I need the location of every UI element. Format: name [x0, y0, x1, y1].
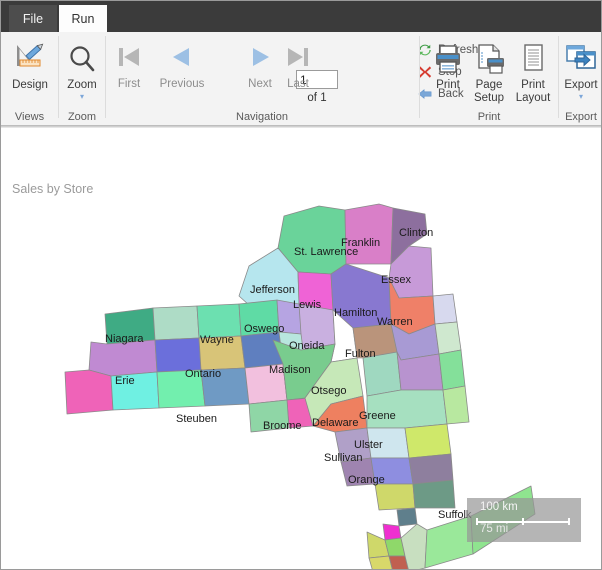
group-label-views: Views [14, 111, 45, 123]
export-icon [553, 36, 601, 76]
print-label: Print [436, 79, 460, 91]
map-container[interactable]: Clinton Franklin St. Lawrence Essex Jeff… [1, 128, 601, 569]
last-icon [276, 36, 320, 78]
first-icon [107, 36, 151, 78]
ribbon-group-zoom: Zoom ▾ Zoom [59, 32, 105, 126]
map-label: Fulton [345, 348, 376, 360]
print-layout-button[interactable]: Print Layout [510, 36, 556, 105]
last-label: Last [287, 78, 309, 90]
last-page-button[interactable]: Last [276, 36, 320, 90]
zoom-label: Zoom [67, 79, 97, 91]
design-button[interactable]: Design [2, 36, 58, 92]
previous-icon [151, 36, 213, 78]
page-setup-label: Page Setup [473, 79, 505, 104]
ribbon-group-export: Export ▾ Export [559, 32, 601, 126]
map-label: Niagara [105, 333, 144, 345]
group-label-print: Print [477, 111, 501, 123]
export-button[interactable]: Export ▾ [553, 36, 601, 101]
map-label: Orange [348, 474, 385, 486]
group-label-export: Export [565, 111, 597, 123]
map-label: Hamilton [334, 307, 377, 319]
ribbon-group-navigation: First Previous of 1 Next [106, 32, 478, 126]
group-label-navigation: Navigation [236, 111, 288, 123]
previous-label: Previous [159, 78, 205, 90]
scale-km-label: 100 km [480, 501, 518, 513]
chevron-down-icon[interactable]: ▾ [54, 93, 110, 101]
report-viewer-window: File Run Design Views Zoom ▾ Zoom First … [0, 0, 602, 570]
first-label: First [117, 78, 141, 90]
print-layout-label: Print Layout [515, 79, 551, 104]
print-button[interactable]: Print [425, 36, 471, 92]
scale-mi-label: 75 mi [480, 523, 509, 535]
export-label: Export [564, 79, 598, 91]
map-label: Madison [269, 364, 311, 376]
map-label: Broome [263, 420, 302, 432]
map-scale-bar: 100 km 75 mi [467, 498, 581, 542]
map-label: Warren [377, 316, 413, 328]
map-label: Lewis [293, 299, 322, 311]
ribbon-group-print: Print Page Setup Print Layout Print [420, 32, 558, 126]
magnifier-icon [54, 36, 110, 76]
page-setup-icon [466, 36, 512, 76]
map-label: Delaware [312, 417, 358, 429]
tab-file[interactable]: File [9, 5, 57, 32]
tab-run[interactable]: Run [59, 5, 107, 32]
map-label: Wayne [200, 334, 234, 346]
map-label: Jefferson [250, 284, 295, 296]
map-label: Ontario [185, 368, 221, 380]
report-canvas[interactable]: Sales by Store Clinton Franklin St. Lawr… [1, 127, 601, 569]
zoom-button[interactable]: Zoom ▾ [54, 36, 110, 101]
map-label: Greene [359, 410, 396, 422]
first-page-button[interactable]: First [107, 36, 151, 90]
ribbon-tabstrip: File Run [1, 1, 601, 32]
map-label: St. Lawrence [294, 246, 358, 258]
ribbon: Design Views Zoom ▾ Zoom First Previous … [1, 32, 601, 127]
page-count-label: of 1 [307, 92, 327, 104]
map-label: Essex [381, 274, 411, 286]
map-label: Sullivan [324, 452, 363, 464]
map-label: Oswego [244, 323, 284, 335]
group-label-zoom: Zoom [67, 111, 97, 123]
page-setup-button[interactable]: Page Setup [466, 36, 512, 105]
design-label: Design [12, 79, 48, 91]
chevron-down-icon[interactable]: ▾ [553, 93, 601, 101]
map-label: Steuben [176, 413, 217, 425]
map-label: Oneida [289, 340, 325, 352]
print-layout-icon [510, 36, 556, 76]
map-label: Ulster [354, 439, 383, 451]
printer-icon [425, 36, 471, 76]
previous-page-button[interactable]: Previous [151, 36, 213, 90]
map-label: Otsego [311, 385, 346, 397]
map-label: Clinton [399, 227, 433, 239]
ruler-pencil-icon [2, 36, 58, 76]
ribbon-group-views: Design Views [1, 32, 58, 126]
map-label: Erie [115, 375, 135, 387]
